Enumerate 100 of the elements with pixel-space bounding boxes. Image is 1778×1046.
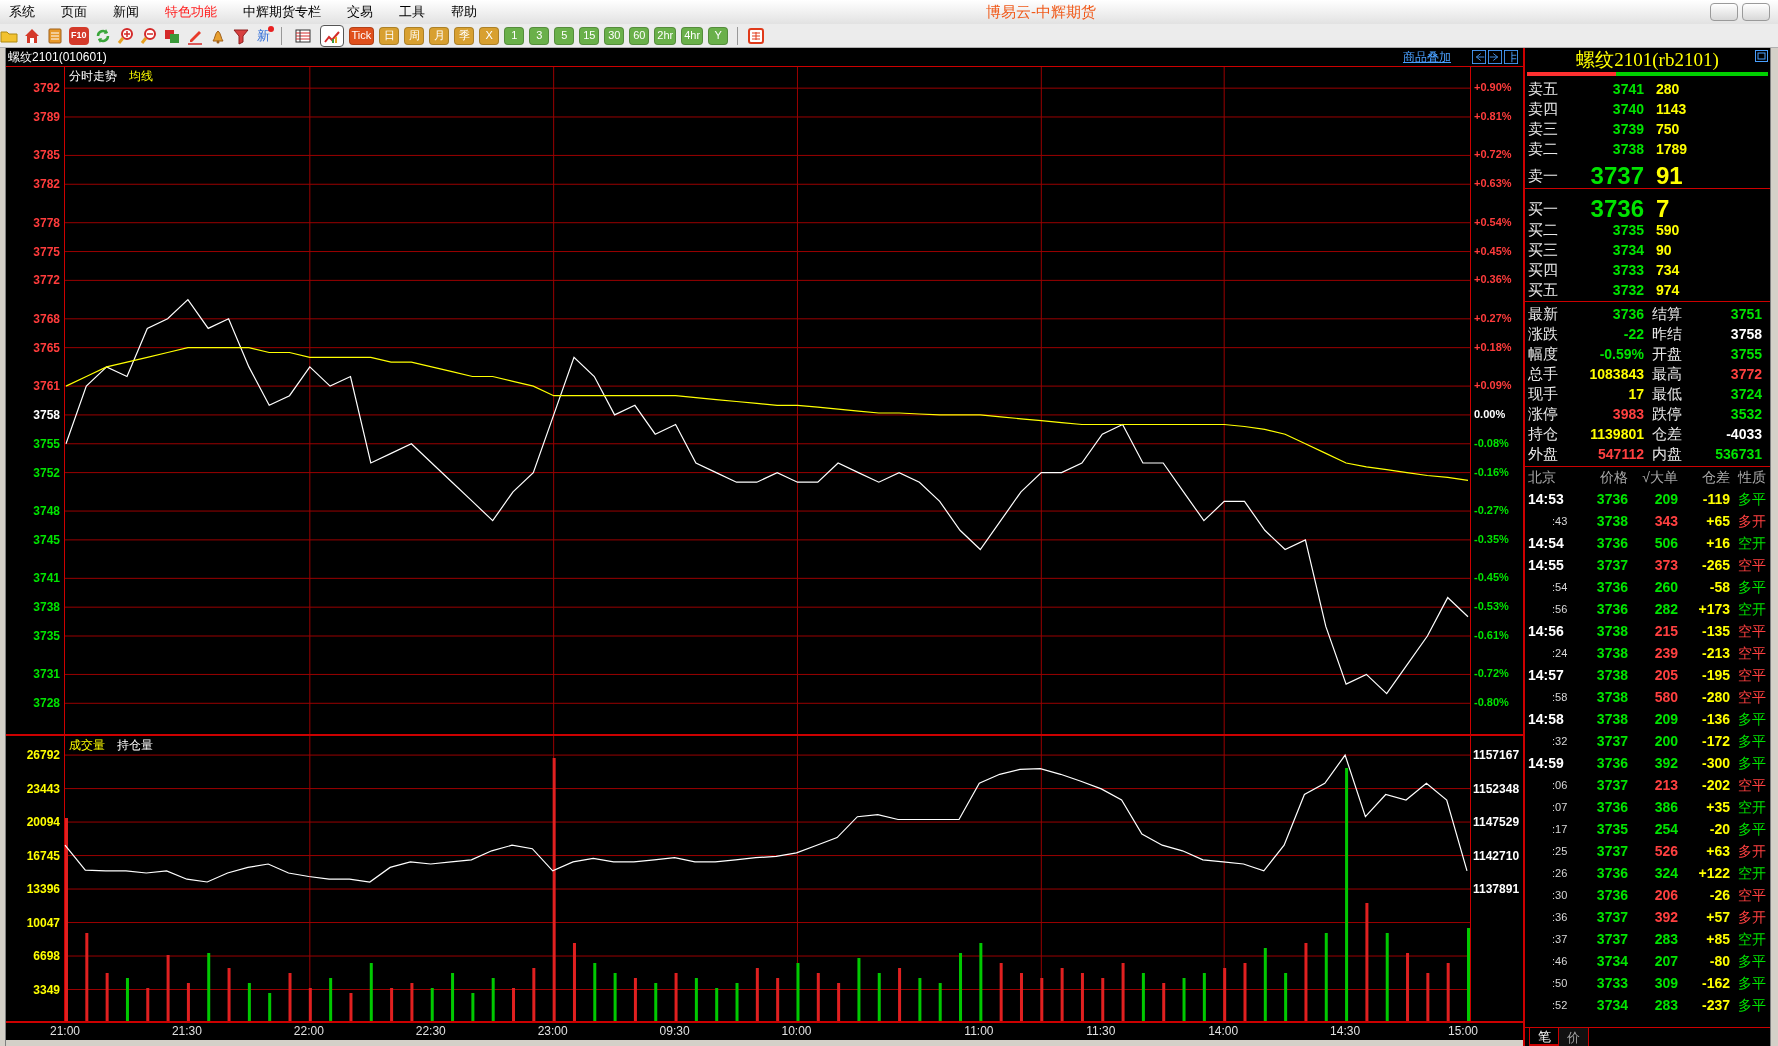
- quote-field-value: -22: [1622, 325, 1644, 344]
- bottom-tab[interactable]: 笔: [1529, 1028, 1559, 1046]
- period-button[interactable]: 15: [579, 26, 600, 45]
- period-button[interactable]: 周: [404, 26, 425, 45]
- volume-bar: [186, 983, 190, 1023]
- period-button[interactable]: 2hr: [654, 26, 677, 45]
- time-axis-label: 11:30: [1086, 1025, 1116, 1037]
- percent-axis-label: -0.27%: [1474, 505, 1509, 517]
- zoom-in-icon[interactable]: [116, 26, 135, 45]
- period-button[interactable]: 5: [554, 26, 575, 45]
- layout-icon[interactable]: [1503, 50, 1519, 64]
- bottom-tab[interactable]: 价: [1559, 1028, 1589, 1046]
- volume-bar: [755, 968, 759, 1023]
- volume-bar: [654, 983, 658, 1023]
- legend-label: 分时走势: [69, 68, 117, 85]
- menu-item[interactable]: 工具: [386, 2, 438, 22]
- order-price: 3740: [1611, 99, 1644, 119]
- quote-field-value: 3736: [1611, 305, 1644, 324]
- volume-bar: [1141, 973, 1145, 1023]
- volume-bar: [877, 973, 881, 1023]
- window-button[interactable]: [1742, 3, 1770, 21]
- percent-axis-label: -0.61%: [1474, 630, 1509, 641]
- tick-time: :54: [1551, 579, 1569, 595]
- volume-bar: [166, 955, 170, 1023]
- drawing-tool-icon[interactable]: [747, 26, 766, 45]
- news-button[interactable]: 新: [254, 26, 272, 45]
- order-level-label: 买二: [1528, 220, 1559, 240]
- maximize-icon[interactable]: [1755, 50, 1768, 62]
- volume-axis-label: 3349: [33, 983, 60, 996]
- tick-price: 3737: [1595, 929, 1628, 949]
- quote-field-label: 仓差: [1651, 424, 1683, 444]
- book-icon[interactable]: [46, 26, 64, 45]
- quote-field-label: 开盘: [1651, 344, 1683, 364]
- filter-icon[interactable]: [231, 26, 250, 45]
- period-button[interactable]: 4hr: [681, 26, 704, 45]
- menu-item[interactable]: 交易: [334, 2, 386, 22]
- price-axis-label: 3775: [33, 245, 60, 258]
- tick-price: 3737: [1595, 775, 1628, 795]
- overlay-link[interactable]: 商品叠加: [1403, 48, 1451, 66]
- quote-field-value: 3983: [1611, 405, 1644, 424]
- tick-nature: 多平: [1737, 577, 1766, 597]
- price-axis-label: 3758: [33, 408, 60, 421]
- period-button[interactable]: 60: [629, 26, 650, 45]
- period-button[interactable]: X: [479, 26, 500, 45]
- menu-item[interactable]: 特色功能: [152, 2, 230, 22]
- price-axis-label: 3782: [33, 178, 60, 191]
- order-volume: 750: [1655, 119, 1681, 139]
- tick-oi-change: +85: [1705, 929, 1730, 949]
- tick-volume: 206: [1653, 885, 1678, 905]
- period-button[interactable]: 1: [504, 26, 525, 45]
- order-level-label: 买一: [1528, 198, 1559, 219]
- period-button[interactable]: Y: [708, 26, 729, 45]
- volume-bar: [593, 963, 597, 1023]
- legend-label: 持仓量: [117, 737, 153, 754]
- zoom-out-icon[interactable]: [139, 26, 158, 45]
- home-icon[interactable]: [23, 26, 41, 45]
- window-button[interactable]: [1710, 3, 1738, 21]
- quote-field-label: 涨跌: [1528, 324, 1559, 344]
- tick-volume: 215: [1653, 621, 1678, 641]
- tick-nature: 多平: [1737, 709, 1766, 729]
- trend-view-button[interactable]: [319, 24, 344, 47]
- menu-item[interactable]: 新闻: [100, 2, 152, 22]
- tick-time: :17: [1551, 821, 1569, 837]
- quote-field-value: -4033: [1725, 425, 1762, 444]
- volume-axis-label: 6698: [33, 950, 60, 962]
- quote-field-value: 3724: [1729, 385, 1762, 404]
- volume-bar: [633, 978, 637, 1023]
- order-volume: 1143: [1655, 99, 1688, 119]
- tick-oi-change: +35: [1705, 797, 1730, 817]
- column-header: 性质: [1736, 468, 1766, 487]
- price-axis-label: 3748: [33, 505, 60, 518]
- period-button[interactable]: 日: [379, 26, 400, 45]
- column-header: 仓差: [1701, 468, 1730, 487]
- volume-bar: [1406, 953, 1410, 1023]
- period-button[interactable]: 季: [454, 26, 475, 45]
- time-axis-label: 09:30: [659, 1025, 690, 1037]
- quote-field-label: 现手: [1528, 384, 1559, 404]
- scrollbar[interactable]: [1770, 48, 1778, 1046]
- f10-button[interactable]: F10: [69, 26, 89, 45]
- volume-bar: [390, 988, 394, 1023]
- period-button[interactable]: 3: [529, 26, 550, 45]
- menu-item[interactable]: 页面: [48, 2, 100, 22]
- period-button[interactable]: 30: [604, 26, 625, 45]
- tick-nature: 空平: [1737, 885, 1766, 905]
- tick-price: 3737: [1595, 555, 1628, 575]
- menu-item[interactable]: 系统: [0, 2, 48, 22]
- menu-item[interactable]: 帮助: [438, 2, 490, 22]
- tick-nature: 多平: [1737, 995, 1766, 1015]
- tick-nature: 多平: [1737, 753, 1766, 773]
- volume-bar: [146, 988, 150, 1023]
- period-button[interactable]: 月: [429, 26, 450, 45]
- volume-bar: [1243, 963, 1247, 1023]
- time-axis-label: 22:30: [415, 1025, 446, 1037]
- tick-time: :24: [1551, 645, 1569, 661]
- order-volume: 734: [1655, 260, 1681, 280]
- quote-field-value: 1139801: [1589, 425, 1644, 444]
- menu-item[interactable]: 中辉期货专栏: [230, 2, 334, 22]
- order-level-label: 卖二: [1528, 139, 1559, 159]
- period-button[interactable]: Tick: [348, 26, 375, 45]
- tick-oi-change: -280: [1700, 687, 1730, 707]
